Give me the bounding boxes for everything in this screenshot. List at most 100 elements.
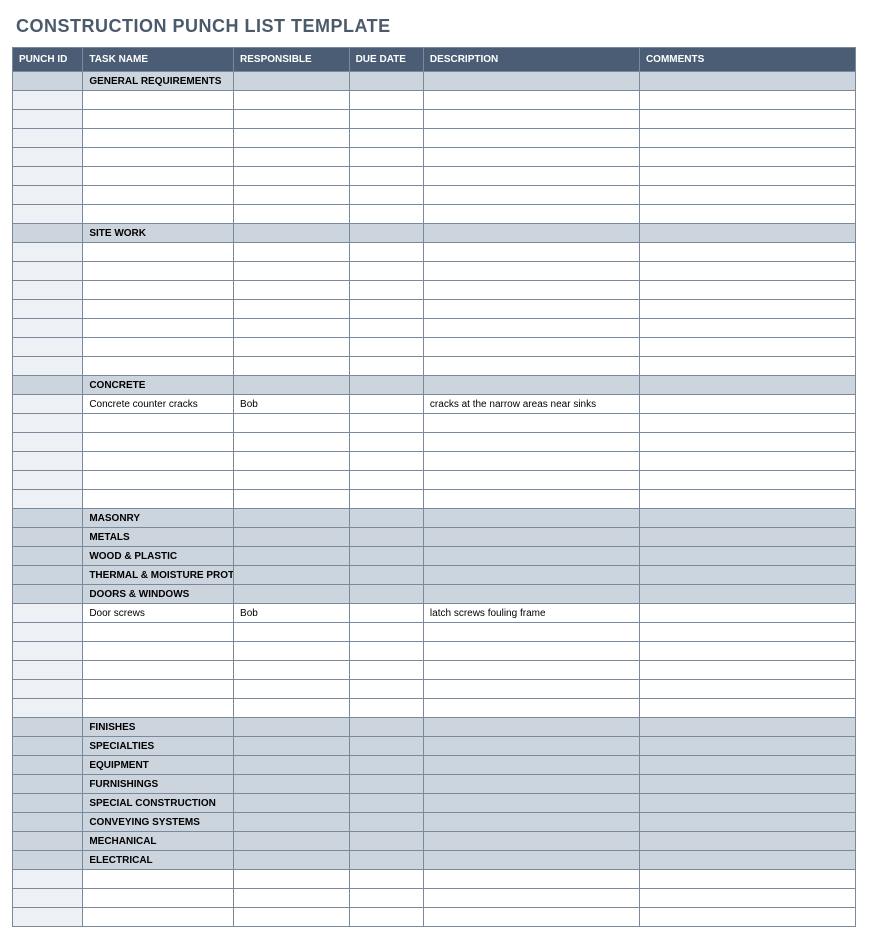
- cell-desc[interactable]: [423, 832, 639, 851]
- cell-due[interactable]: [349, 186, 423, 205]
- cell-due[interactable]: [349, 167, 423, 186]
- cell-id[interactable]: [13, 262, 83, 281]
- cell-desc[interactable]: [423, 813, 639, 832]
- cell-resp[interactable]: [234, 319, 350, 338]
- cell-due[interactable]: [349, 91, 423, 110]
- cell-due[interactable]: [349, 566, 423, 585]
- cell-task[interactable]: [83, 281, 234, 300]
- cell-comm[interactable]: [639, 471, 855, 490]
- cell-due[interactable]: [349, 376, 423, 395]
- cell-resp[interactable]: [234, 300, 350, 319]
- cell-due[interactable]: [349, 319, 423, 338]
- cell-comm[interactable]: [639, 205, 855, 224]
- cell-due[interactable]: [349, 224, 423, 243]
- cell-id[interactable]: [13, 167, 83, 186]
- cell-id[interactable]: [13, 224, 83, 243]
- cell-comm[interactable]: [639, 680, 855, 699]
- cell-desc[interactable]: [423, 338, 639, 357]
- cell-task[interactable]: [83, 889, 234, 908]
- cell-id[interactable]: [13, 528, 83, 547]
- cell-task[interactable]: EQUIPMENT: [83, 756, 234, 775]
- cell-due[interactable]: [349, 851, 423, 870]
- cell-id[interactable]: [13, 395, 83, 414]
- cell-comm[interactable]: [639, 528, 855, 547]
- cell-task[interactable]: Door screws: [83, 604, 234, 623]
- cell-desc[interactable]: latch screws fouling frame: [423, 604, 639, 623]
- cell-id[interactable]: [13, 547, 83, 566]
- cell-comm[interactable]: [639, 737, 855, 756]
- cell-task[interactable]: [83, 870, 234, 889]
- cell-id[interactable]: [13, 908, 83, 927]
- cell-task[interactable]: SPECIAL CONSTRUCTION: [83, 794, 234, 813]
- cell-desc[interactable]: [423, 509, 639, 528]
- cell-resp[interactable]: [234, 129, 350, 148]
- cell-resp[interactable]: [234, 91, 350, 110]
- cell-resp[interactable]: [234, 908, 350, 927]
- cell-resp[interactable]: [234, 167, 350, 186]
- cell-comm[interactable]: [639, 300, 855, 319]
- cell-desc[interactable]: [423, 661, 639, 680]
- cell-task[interactable]: [83, 357, 234, 376]
- cell-resp[interactable]: [234, 243, 350, 262]
- cell-id[interactable]: [13, 186, 83, 205]
- cell-desc[interactable]: [423, 680, 639, 699]
- cell-desc[interactable]: [423, 794, 639, 813]
- cell-desc[interactable]: [423, 357, 639, 376]
- cell-task[interactable]: [83, 623, 234, 642]
- cell-due[interactable]: [349, 338, 423, 357]
- cell-desc[interactable]: [423, 452, 639, 471]
- cell-resp[interactable]: [234, 737, 350, 756]
- cell-id[interactable]: [13, 490, 83, 509]
- cell-resp[interactable]: [234, 889, 350, 908]
- cell-desc[interactable]: [423, 243, 639, 262]
- cell-comm[interactable]: [639, 414, 855, 433]
- cell-comm[interactable]: [639, 262, 855, 281]
- cell-due[interactable]: [349, 509, 423, 528]
- cell-resp[interactable]: [234, 661, 350, 680]
- cell-due[interactable]: [349, 585, 423, 604]
- cell-desc[interactable]: [423, 319, 639, 338]
- cell-task[interactable]: Concrete counter cracks: [83, 395, 234, 414]
- cell-comm[interactable]: [639, 490, 855, 509]
- cell-id[interactable]: [13, 585, 83, 604]
- cell-desc[interactable]: [423, 718, 639, 737]
- cell-task[interactable]: [83, 414, 234, 433]
- cell-task[interactable]: [83, 680, 234, 699]
- cell-due[interactable]: [349, 661, 423, 680]
- cell-desc[interactable]: [423, 490, 639, 509]
- cell-desc[interactable]: [423, 224, 639, 243]
- cell-comm[interactable]: [639, 452, 855, 471]
- cell-id[interactable]: [13, 623, 83, 642]
- cell-due[interactable]: [349, 148, 423, 167]
- cell-due[interactable]: [349, 775, 423, 794]
- cell-comm[interactable]: [639, 243, 855, 262]
- cell-comm[interactable]: [639, 566, 855, 585]
- cell-due[interactable]: [349, 642, 423, 661]
- cell-comm[interactable]: [639, 319, 855, 338]
- cell-desc[interactable]: [423, 908, 639, 927]
- cell-comm[interactable]: [639, 91, 855, 110]
- cell-comm[interactable]: [639, 585, 855, 604]
- cell-task[interactable]: [83, 110, 234, 129]
- cell-desc[interactable]: [423, 889, 639, 908]
- cell-desc[interactable]: [423, 756, 639, 775]
- cell-comm[interactable]: [639, 72, 855, 91]
- cell-comm[interactable]: [639, 642, 855, 661]
- cell-due[interactable]: [349, 281, 423, 300]
- cell-due[interactable]: [349, 414, 423, 433]
- cell-task[interactable]: ELECTRICAL: [83, 851, 234, 870]
- cell-id[interactable]: [13, 205, 83, 224]
- cell-due[interactable]: [349, 718, 423, 737]
- cell-comm[interactable]: [639, 224, 855, 243]
- cell-desc[interactable]: [423, 414, 639, 433]
- cell-id[interactable]: [13, 357, 83, 376]
- cell-comm[interactable]: [639, 851, 855, 870]
- cell-resp[interactable]: Bob: [234, 395, 350, 414]
- cell-resp[interactable]: [234, 224, 350, 243]
- cell-resp[interactable]: [234, 148, 350, 167]
- cell-comm[interactable]: [639, 129, 855, 148]
- cell-due[interactable]: [349, 243, 423, 262]
- cell-resp[interactable]: [234, 585, 350, 604]
- cell-resp[interactable]: [234, 851, 350, 870]
- cell-desc[interactable]: cracks at the narrow areas near sinks: [423, 395, 639, 414]
